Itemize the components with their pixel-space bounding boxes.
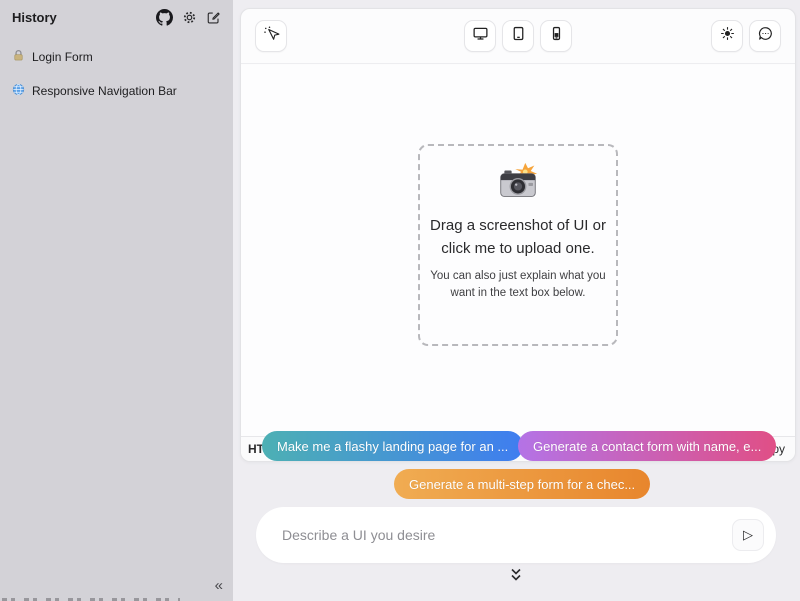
history-item-label: Login Form	[32, 50, 93, 64]
sidebar-header-icons	[156, 9, 221, 26]
history-item-login-form[interactable]: Login Form	[0, 40, 233, 74]
brightness-icon	[719, 25, 736, 47]
send-icon: ▷	[743, 527, 753, 543]
camera-flash-icon	[420, 162, 616, 205]
send-button[interactable]: ▷	[732, 519, 764, 551]
mobile-icon	[548, 25, 565, 47]
scroll-down-button[interactable]	[508, 566, 524, 589]
suggestion-pill-contact-form[interactable]: Generate a contact form with name, e...	[518, 431, 776, 461]
lock-icon	[12, 49, 25, 65]
upload-subtitle: You can also just explain what you want …	[420, 268, 616, 303]
sidebar-collapse-button[interactable]: «	[215, 578, 223, 593]
toolbar	[241, 9, 795, 64]
suggestion-label: Make me a flashy landing page for an ...	[277, 439, 508, 454]
suggestion-label: Generate a multi-step form for a chec...	[409, 477, 635, 492]
suggestion-pill-multistep-form[interactable]: Generate a multi-step form for a chec...	[394, 469, 650, 499]
cursor-select-button[interactable]	[255, 20, 287, 52]
toolbar-right-group	[711, 20, 781, 52]
cursor-select-icon	[262, 25, 280, 48]
tablet-view-button[interactable]	[502, 20, 534, 52]
chevrons-down-icon	[508, 571, 524, 588]
sidebar: History	[0, 0, 233, 601]
new-chat-icon[interactable]	[206, 10, 221, 25]
preview-canvas: Drag a screenshot of UI or click me to u…	[241, 65, 795, 436]
theme-toggle-button[interactable]	[711, 20, 743, 52]
history-title: History	[12, 10, 57, 25]
chat-toggle-button[interactable]	[749, 20, 781, 52]
chat-bubble-icon	[757, 25, 774, 47]
suggestion-pill-landing-page[interactable]: Make me a flashy landing page for an ...	[262, 431, 523, 461]
app-window: History	[0, 0, 800, 601]
tablet-icon	[510, 25, 527, 47]
suggestion-label: Generate a contact form with name, e...	[533, 439, 761, 454]
github-icon[interactable]	[156, 9, 173, 26]
upload-title: Drag a screenshot of UI or click me to u…	[420, 214, 616, 261]
settings-gear-icon[interactable]	[182, 10, 197, 25]
history-item-responsive-nav[interactable]: Responsive Navigation Bar	[0, 74, 233, 108]
history-list: Login Form Responsive Navigation Bar	[0, 40, 233, 108]
upload-dropzone[interactable]: Drag a screenshot of UI or click me to u…	[418, 144, 618, 346]
device-toggle-group	[464, 20, 572, 52]
desktop-view-button[interactable]	[464, 20, 496, 52]
prompt-bar: ▷	[256, 507, 776, 563]
prompt-input[interactable]	[282, 527, 732, 543]
sidebar-header: History	[0, 0, 233, 26]
globe-icon	[12, 83, 25, 99]
preview-card: Drag a screenshot of UI or click me to u…	[240, 8, 796, 462]
mobile-view-button[interactable]	[540, 20, 572, 52]
desktop-icon	[472, 25, 489, 47]
history-item-label: Responsive Navigation Bar	[32, 84, 177, 98]
